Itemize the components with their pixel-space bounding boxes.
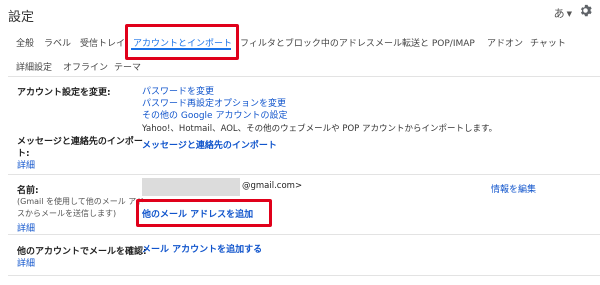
- send-as-label: 名前:: [17, 186, 39, 196]
- account-settings-label: アカウント設定を変更:: [17, 88, 111, 98]
- tab-addons[interactable]: アドオン: [487, 36, 523, 49]
- add-mail-account-link[interactable]: メール アカウントを追加する: [142, 242, 262, 255]
- tab-general[interactable]: 全般: [16, 36, 34, 49]
- divider: [8, 234, 600, 235]
- input-tools-button[interactable]: あ ▼: [554, 5, 572, 21]
- import-label: メッセージと連絡先のインポー: [17, 137, 143, 147]
- edit-info-link[interactable]: 情報を編集: [491, 182, 536, 195]
- redacted-name: [142, 178, 240, 196]
- divider: [8, 275, 600, 276]
- tab-labels[interactable]: ラベル: [44, 36, 71, 49]
- divider: [8, 76, 600, 77]
- tab-forwarding-pop-imap[interactable]: メール転送と POP/IMAP: [375, 36, 475, 49]
- tab-advanced[interactable]: 詳細設定: [16, 60, 52, 73]
- check-mail-details-link[interactable]: 詳細: [17, 256, 35, 269]
- google-account-settings-link[interactable]: その他の Google アカウントの設定: [142, 108, 287, 121]
- check-mail-label: 他のアカウントでメールを確認:: [17, 247, 147, 257]
- add-another-email-link[interactable]: 他のメール アドレスを追加: [142, 207, 253, 220]
- divider: [8, 174, 600, 175]
- input-tools-label: あ: [553, 7, 565, 20]
- send-as-note: (Gmail を使用して他のメール アド: [17, 197, 145, 206]
- chevron-down-icon: ▼: [566, 10, 572, 18]
- send-as-details-link[interactable]: 詳細: [17, 221, 35, 234]
- gear-icon[interactable]: [579, 4, 592, 17]
- tab-filters-and-blocked[interactable]: フィルタとブロック中のアドレス: [240, 36, 375, 49]
- highlight-box-tab: [125, 24, 239, 60]
- tab-chat[interactable]: チャット: [530, 36, 566, 49]
- email-address: @gmail.com>: [242, 181, 303, 191]
- send-as-note-cont: スからメールを送信します): [17, 209, 117, 218]
- tab-inbox[interactable]: 受信トレイ: [80, 36, 125, 49]
- import-mail-contacts-link[interactable]: メッセージと連絡先のインポート: [142, 138, 277, 151]
- tab-themes[interactable]: テーマ: [114, 60, 141, 73]
- page-title: 設定: [8, 10, 35, 25]
- import-details-link[interactable]: 詳細: [17, 158, 35, 171]
- tab-offline[interactable]: オフライン: [63, 60, 108, 73]
- import-description: Yahoo!、Hotmail、AOL、その他のウェブメールや POP アカウント…: [142, 124, 498, 134]
